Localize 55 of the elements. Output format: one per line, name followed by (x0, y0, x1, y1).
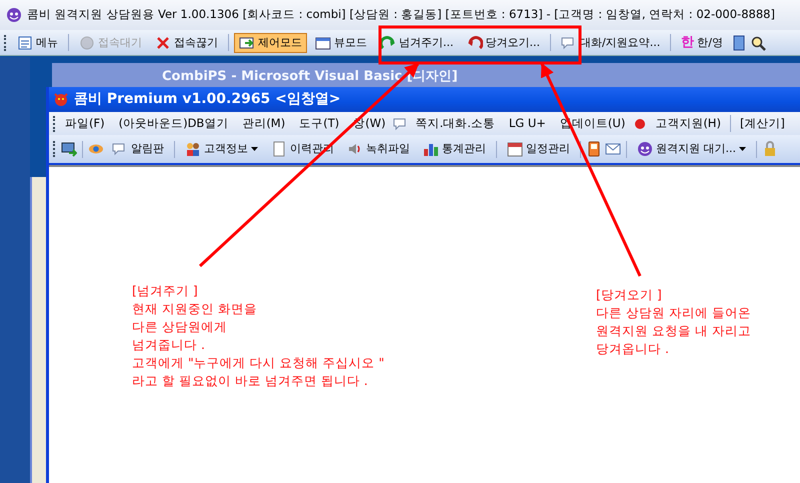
page-icon (271, 141, 287, 157)
window-icon (315, 34, 331, 50)
calendar-icon (507, 141, 523, 157)
arrow-icon (380, 34, 396, 50)
annotation-text: 원격지원 요청을 내 자리고 (596, 322, 751, 340)
toolbar-button[interactable]: 알림판 (107, 139, 169, 159)
toolbar-button[interactable]: 통계관리 (418, 139, 491, 159)
annotation-heading: [당겨오기 ] (596, 286, 663, 304)
menu-item[interactable]: (아웃바운드)DB열기 (112, 114, 236, 134)
annotation-text: 넘겨줍니다 . (132, 336, 206, 354)
annotation-text: 라고 할 필요없이 바로 넘겨주면 됩니다 . (132, 372, 369, 390)
dropdown-button[interactable]: 고객정보 (180, 139, 263, 159)
toolbar-button[interactable]: 메뉴 (12, 32, 63, 52)
toolbar-button[interactable]: 접속끊기 (150, 32, 223, 52)
face-icon (637, 141, 653, 157)
menu-item[interactable]: [계산기] (732, 114, 792, 134)
toolbar-button[interactable]: 뷰모드 (310, 32, 372, 52)
annotation-heading: [넘겨주기 ] (132, 282, 199, 300)
close-icon (155, 34, 171, 50)
toolbar-button[interactable]: 한 한/영 (676, 32, 728, 52)
dropdown-button[interactable]: 원격지원 대기... (632, 139, 751, 159)
people-icon (185, 141, 201, 157)
book-icon[interactable] (730, 34, 747, 50)
annotation-text: 당겨옵니다 . (596, 340, 670, 358)
arrow-icon (466, 34, 482, 50)
window-title: 콤비 Premium v1.00.2965 <임창열> (74, 90, 341, 109)
menu-item[interactable]: 도구(T) (292, 114, 346, 134)
face-icon (6, 7, 22, 24)
annotation-text: 다른 상담원 자리에 들어온 (596, 304, 751, 322)
screen-icon (239, 34, 255, 50)
caret-icon (251, 147, 258, 151)
phone-icon[interactable] (586, 141, 602, 157)
bar-chart-icon (423, 141, 439, 157)
document-icon (17, 34, 33, 50)
circle-icon (79, 34, 95, 50)
annotation-text: 현재 지원중인 화면을 (132, 300, 258, 318)
annotation-text: 고객에게 "누구에게 다시 요청해 주십시오 " (132, 354, 384, 372)
menu-item[interactable]: 관리(M) (235, 114, 292, 134)
caret-icon (739, 147, 746, 151)
toolbar-button[interactable]: 넘겨주기... (375, 32, 458, 52)
search-icon[interactable] (750, 34, 766, 50)
menu-item[interactable]: 고객지원(H) (648, 114, 728, 134)
toolbar-button[interactable]: 일정관리 (502, 139, 575, 159)
toolbar-button[interactable]: 제어모드 (234, 32, 307, 52)
monitor-icon[interactable] (61, 141, 77, 157)
mail-icon[interactable] (605, 141, 621, 157)
menu-item[interactable]: 파일(F) (58, 114, 112, 134)
toolbar-button[interactable]: 대화/지원요약... (556, 32, 666, 52)
menu-item[interactable]: LG U+ (502, 114, 553, 134)
window-title: 콤비 원격지원 상담원용 Ver 1.00.1306 [회사코드 : combi] [상담원 : 홍길동] [포트번호 : 6713] - [고객명 : 임창열, 연락처 : 02-000-8888] (27, 6, 775, 24)
devil-icon (53, 91, 69, 108)
menu-item[interactable]: 쪽지.대화.소통 (408, 114, 502, 134)
toolbar-button[interactable]: 녹취파일 (342, 139, 415, 159)
toolbar-button[interactable]: 당겨오기... (462, 32, 545, 52)
annotation-text: 다른 상담원에게 (132, 318, 228, 336)
